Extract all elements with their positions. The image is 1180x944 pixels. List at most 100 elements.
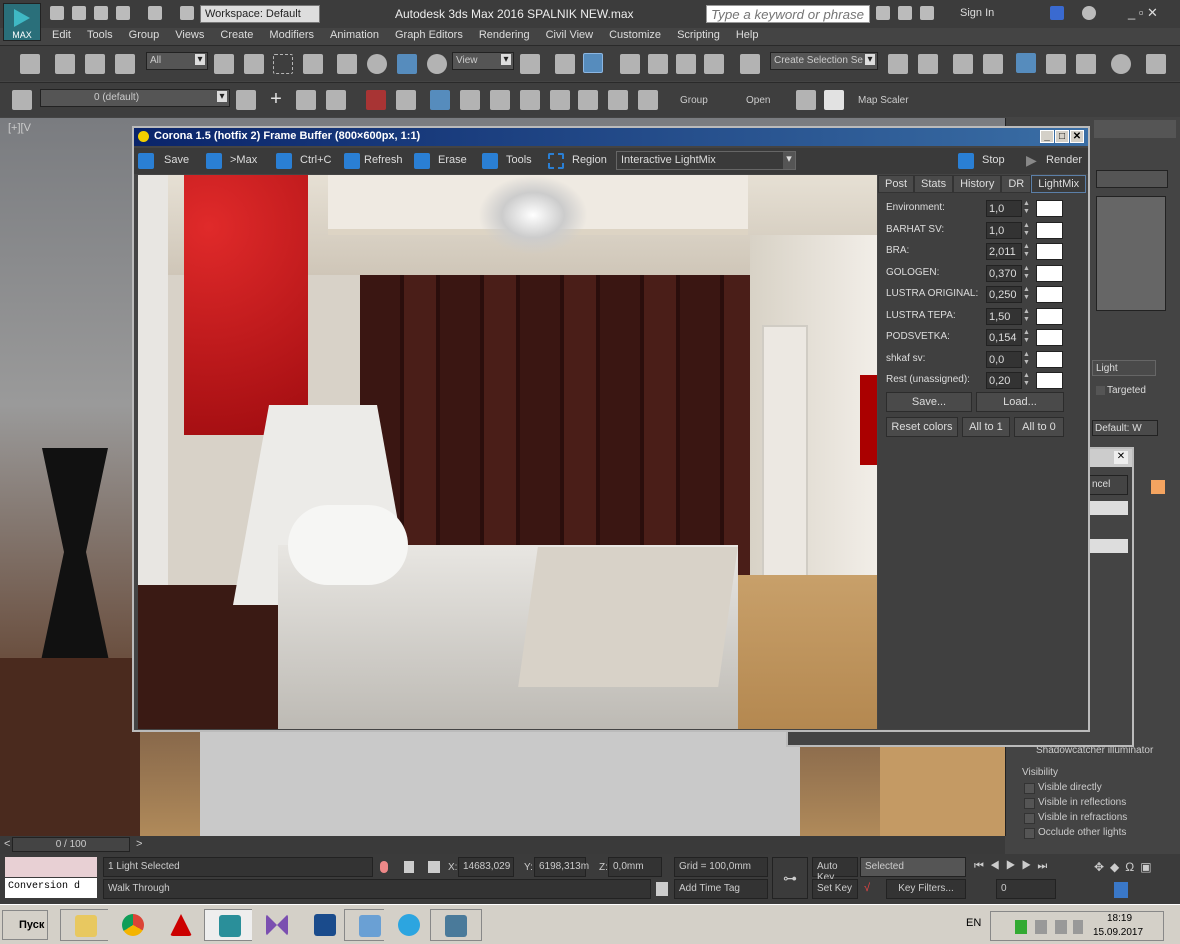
move-icon[interactable] — [337, 54, 357, 74]
frame-counter[interactable]: 0 / 100 — [12, 837, 130, 852]
place-icon[interactable] — [427, 54, 447, 74]
save-button[interactable]: Save — [136, 152, 189, 170]
intensity-spinner[interactable]: ▲ ▼ — [1023, 265, 1032, 282]
y-coordinate-field[interactable]: 6198,313m — [534, 857, 589, 877]
plant-icon[interactable] — [578, 90, 598, 110]
reset-colors-button[interactable]: Reset colors — [886, 417, 958, 437]
unlink-icon[interactable] — [85, 54, 105, 74]
current-frame-field[interactable]: 0 — [996, 879, 1056, 899]
reference-coordinate-dropdown[interactable]: View — [452, 52, 514, 70]
selection-filter-dropdown[interactable]: All — [146, 52, 208, 70]
spinner-snap-icon[interactable] — [704, 54, 724, 74]
walk-through-icon[interactable] — [1114, 882, 1128, 898]
sign-in-link[interactable]: Sign In — [960, 7, 994, 19]
stop-button[interactable]: Stop — [956, 152, 1005, 170]
create-layer-icon[interactable] — [236, 90, 256, 110]
window-controls[interactable]: _ ▫ ✕ — [1128, 5, 1158, 21]
intensity-spinner[interactable]: ▲ ▼ — [1023, 308, 1032, 325]
menu-civil-view[interactable]: Civil View — [538, 28, 601, 44]
layers-icon[interactable] — [12, 90, 32, 110]
intensity-spinner[interactable]: ▲ ▼ — [1023, 351, 1032, 368]
render-setup-icon[interactable] — [1146, 54, 1166, 74]
keyboard-shortcut-icon[interactable] — [583, 53, 603, 73]
panel-dropdown[interactable] — [1096, 170, 1168, 188]
render-button[interactable]: ▶ Render — [1024, 152, 1082, 170]
playback-controls[interactable]: ⏮◀▶▶⏭ — [974, 860, 1053, 873]
key-filters-button[interactable]: Key Filters... — [886, 879, 966, 899]
dialog-field-2[interactable] — [1088, 539, 1128, 553]
intensity-spinner[interactable]: ▲ ▼ — [1023, 286, 1032, 303]
next-frame-button[interactable]: > — [136, 838, 142, 850]
binoculars-icon[interactable] — [876, 6, 890, 20]
redo-icon[interactable] — [148, 6, 162, 20]
spline-icon[interactable] — [550, 90, 570, 110]
set-current-layer-icon[interactable] — [326, 90, 346, 110]
intensity-spinner[interactable]: ▲ ▼ — [1023, 329, 1032, 346]
visible-reflections-checkbox[interactable] — [1024, 798, 1035, 809]
menu-scripting[interactable]: Scripting — [669, 28, 728, 44]
taskbar-explorer[interactable] — [60, 909, 112, 941]
viewport-label[interactable]: [+][V — [8, 122, 31, 134]
layer-dropdown[interactable]: 0 (default) — [40, 89, 230, 107]
tools-button[interactable]: Tools — [480, 152, 532, 170]
new-file-icon[interactable] — [50, 6, 64, 20]
subscription-icon[interactable] — [898, 6, 912, 20]
exchange-x-icon[interactable] — [1050, 6, 1064, 20]
light-intensity-field[interactable]: 2,011 — [986, 243, 1022, 260]
all-to-0-button[interactable]: All to 0 — [1014, 417, 1064, 437]
map-scaler-button[interactable]: Map Scaler — [858, 95, 909, 106]
tray-volume-icon[interactable] — [1073, 920, 1083, 934]
light-color-swatch[interactable] — [1036, 307, 1063, 325]
viewport-nav-controls[interactable]: ✥◆Ω▣ — [1094, 860, 1158, 874]
all-to-1-button[interactable]: All to 1 — [962, 417, 1010, 437]
menu-edit[interactable]: Edit — [44, 28, 79, 44]
schematic-view-icon[interactable] — [1076, 54, 1096, 74]
layer-explorer-icon[interactable] — [953, 54, 973, 74]
vase-icon[interactable] — [490, 90, 510, 110]
object-list[interactable] — [1096, 196, 1166, 311]
select-in-layer-icon[interactable] — [296, 90, 316, 110]
tab-history[interactable]: History — [953, 175, 1002, 193]
curve-editor-icon[interactable] — [1046, 54, 1066, 74]
key-icon[interactable]: ⊶ — [772, 857, 808, 899]
taskbar-telegram[interactable] — [384, 909, 436, 941]
light-color-swatch[interactable] — [1036, 221, 1063, 239]
refresh-button[interactable]: Refresh — [342, 152, 403, 170]
taskbar-3dsmax[interactable] — [204, 909, 256, 941]
lightmix-load-button[interactable]: Load... — [976, 392, 1064, 412]
time-slider[interactable]: < 0 / 100 > — [0, 836, 1005, 854]
tangent-icon[interactable]: √ — [864, 882, 870, 894]
maxscript-listener[interactable] — [5, 857, 97, 877]
snap-icon[interactable] — [620, 54, 640, 74]
menu-group[interactable]: Group — [121, 28, 168, 44]
light-color-swatch[interactable] — [1036, 243, 1063, 260]
light-color-swatch[interactable] — [1036, 264, 1063, 282]
tab-dr[interactable]: DR — [1001, 175, 1032, 193]
select-manipulate-icon[interactable] — [555, 54, 575, 74]
dialog-close-icon[interactable]: ✕ — [1114, 451, 1128, 464]
targeted-checkbox[interactable] — [1096, 386, 1105, 395]
intensity-spinner[interactable]: ▲ ▼ — [1023, 243, 1032, 260]
menu-modifiers[interactable]: Modifiers — [261, 28, 322, 44]
menu-animation[interactable]: Animation — [322, 28, 387, 44]
taskbar-image-viewer[interactable] — [430, 909, 482, 941]
help-icon[interactable] — [1082, 6, 1096, 20]
edit-named-selection-icon[interactable] — [740, 54, 760, 74]
visible-refractions-checkbox[interactable] — [1024, 813, 1035, 824]
bind-space-warp-icon[interactable] — [115, 54, 135, 74]
save-file-icon[interactable] — [94, 6, 108, 20]
pivot-icon[interactable] — [520, 54, 540, 74]
close-button[interactable]: ✕ — [1070, 130, 1084, 143]
add-icon[interactable]: + — [266, 89, 286, 110]
light-intensity-field[interactable]: 0,370 — [986, 264, 1022, 282]
named-selection-dropdown[interactable]: Create Selection Se — [770, 52, 878, 70]
region-button[interactable]: Region — [546, 152, 607, 170]
isolate-icon[interactable] — [380, 861, 388, 873]
light-color-swatch[interactable] — [1036, 200, 1063, 217]
percent-snap-icon[interactable] — [676, 54, 696, 74]
visible-directly-checkbox[interactable] — [1024, 783, 1035, 794]
tab-stats[interactable]: Stats — [914, 175, 954, 193]
light-intensity-field[interactable]: 0,20 — [986, 372, 1022, 389]
prev-frame-button[interactable]: < — [4, 838, 10, 850]
align-icon[interactable] — [918, 54, 938, 74]
